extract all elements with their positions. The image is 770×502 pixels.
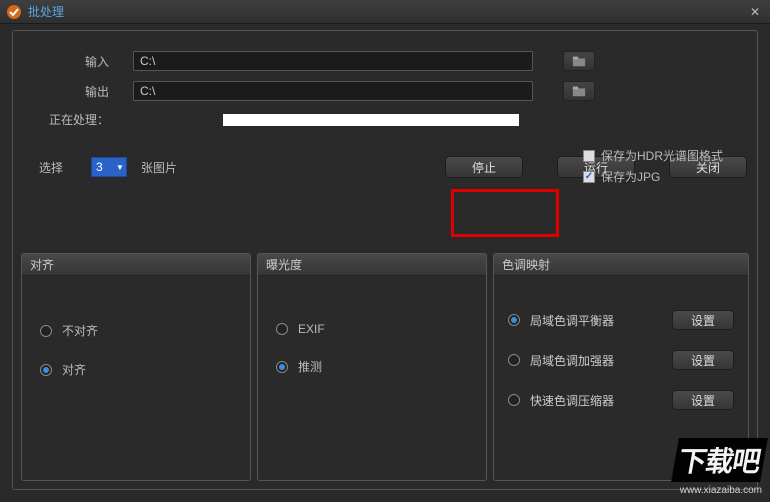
processing-label: 正在处理： [23,111,133,128]
exposure-guess-radio[interactable] [276,361,288,373]
folder-icon [572,54,586,68]
exposure-exif-radio[interactable] [276,323,288,335]
tonemap-balance-settings-button[interactable]: 设置 [672,310,734,330]
save-jpg-checkbox[interactable] [583,171,595,183]
tonemap-fast-settings-button[interactable]: 设置 [672,390,734,410]
output-label: 输出 [23,83,133,100]
folder-icon [572,84,586,98]
tonemap-fast-radio[interactable] [508,394,520,406]
save-jpg-label: 保存为JPG [601,168,660,185]
tonemap-enhance-settings-button[interactable]: 设置 [672,350,734,370]
window-title: 批处理 [28,3,64,20]
main-panel: 输入 输出 正在处理： 保存为HDR光谱图格式 保存为JPG 选择 3 ▼ 张 [12,30,758,490]
progress-bar [223,114,519,126]
input-label: 输入 [23,53,133,70]
tonemap-fast-label: 快速色调压缩器 [530,392,614,409]
exposure-guess-label: 推测 [298,358,322,375]
exposure-panel-title: 曝光度 [258,254,486,276]
tonemap-enhance-radio[interactable] [508,354,520,366]
chevron-down-icon: ▼ [114,163,126,172]
select-suffix: 张图片 [141,159,177,176]
select-label: 选择 [39,159,63,176]
align-no-label: 不对齐 [62,322,98,339]
align-yes-label: 对齐 [62,361,86,378]
input-path-field[interactable] [133,51,533,71]
image-count-select[interactable]: 3 ▼ [91,157,127,177]
run-highlight-box [451,189,559,237]
stop-button[interactable]: 停止 [445,156,523,178]
save-hdr-checkbox[interactable] [583,150,595,162]
output-path-field[interactable] [133,81,533,101]
titlebar: 批处理 ✕ [0,0,770,24]
input-browse-button[interactable] [563,51,595,71]
exposure-panel: 曝光度 EXIF 推测 [257,253,487,481]
tonemap-panel: 色调映射 局域色调平衡器 设置 局域色调加强器 设置 [493,253,749,481]
tonemap-balance-label: 局域色调平衡器 [530,312,614,329]
align-no-radio[interactable] [40,325,52,337]
align-panel: 对齐 不对齐 对齐 [21,253,251,481]
save-hdr-label: 保存为HDR光谱图格式 [601,147,723,164]
align-yes-radio[interactable] [40,364,52,376]
tonemap-balance-radio[interactable] [508,314,520,326]
align-panel-title: 对齐 [22,254,250,276]
close-icon[interactable]: ✕ [746,5,764,19]
tonemap-enhance-label: 局域色调加强器 [530,352,614,369]
app-icon [6,4,22,20]
exposure-exif-label: EXIF [298,322,325,336]
tonemap-panel-title: 色调映射 [494,254,748,276]
output-browse-button[interactable] [563,81,595,101]
